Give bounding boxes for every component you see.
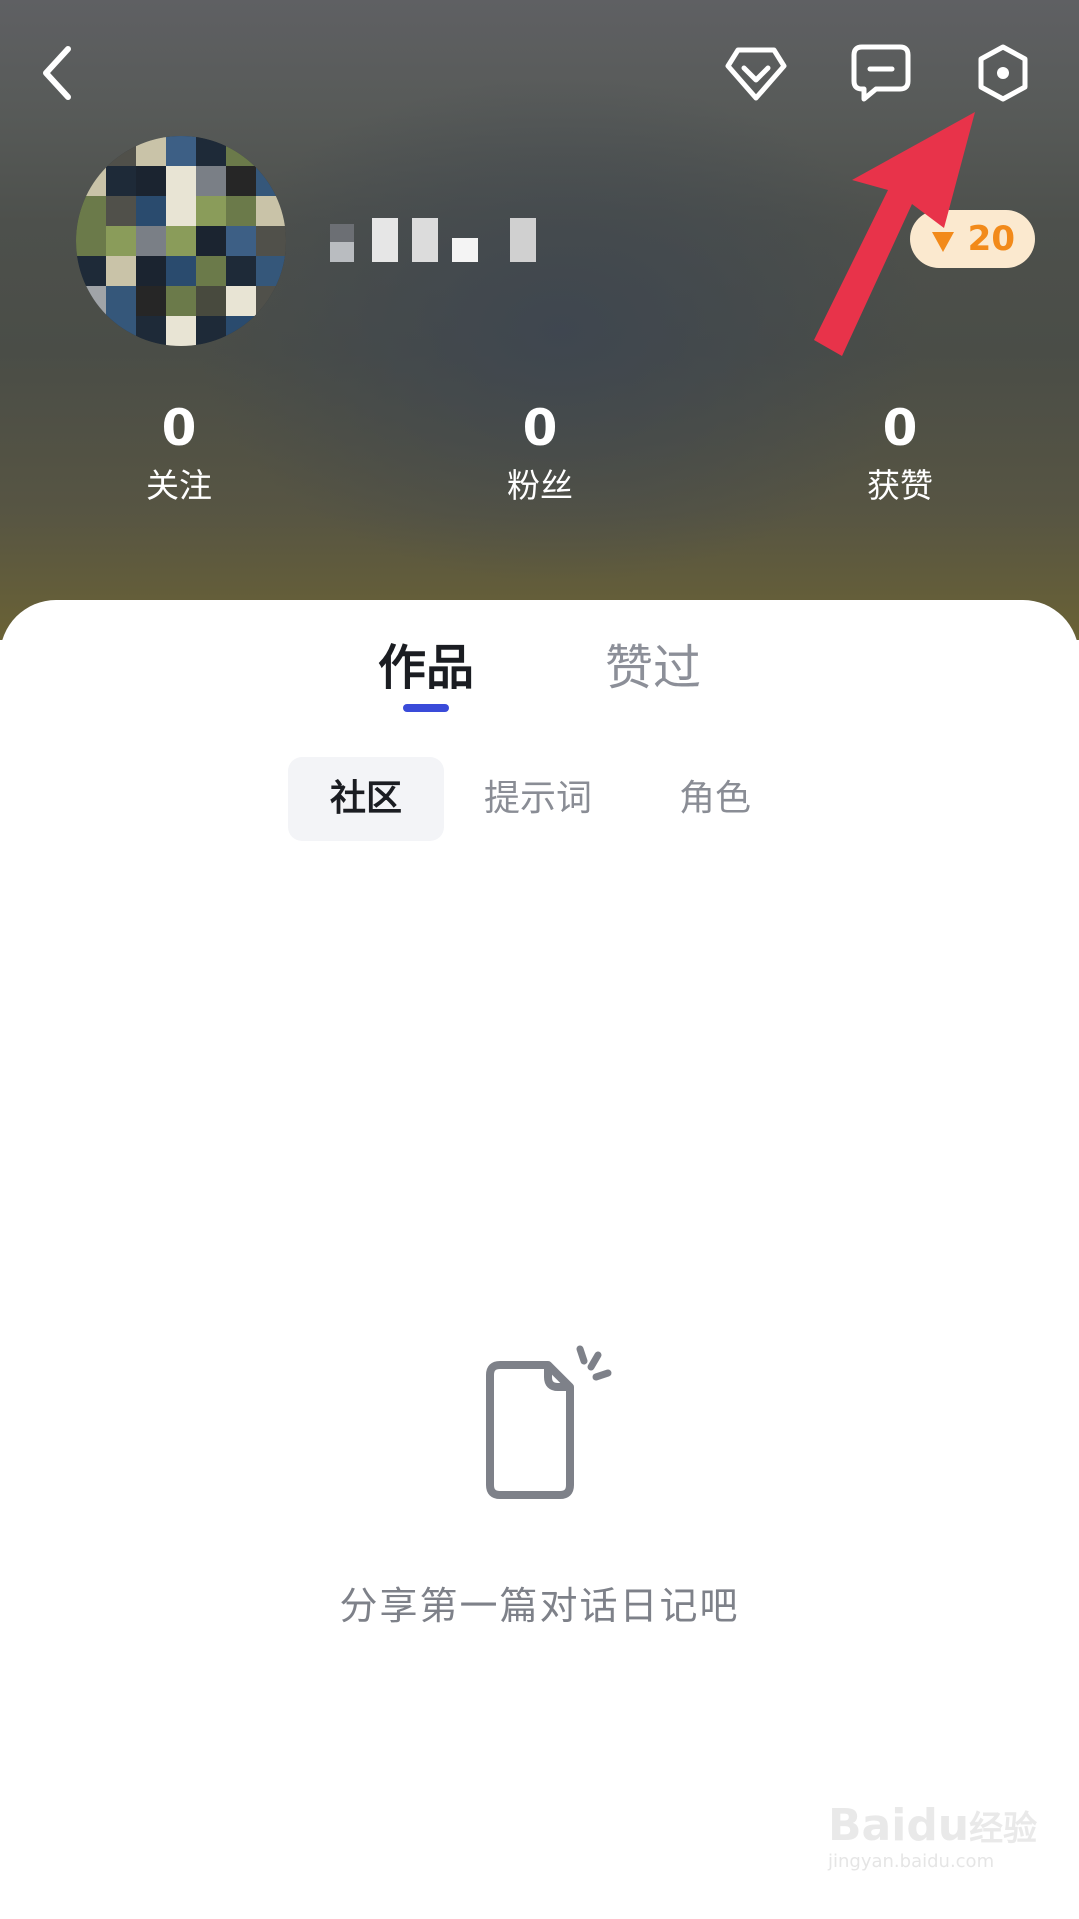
following-count: 0 [161,399,197,457]
vip-diamond-icon [725,47,787,101]
settings-button[interactable] [970,40,1036,106]
tab-liked[interactable]: 赞过 [605,638,701,698]
annotation-arrow [814,112,975,356]
subtab-prompts[interactable]: 提示词 [468,757,608,841]
avatar-image [76,136,286,346]
document-icon [486,1345,612,1499]
profile-header: 20 0 关注 0 粉丝 0 获赞 [0,0,1079,640]
subtab-community[interactable]: 社区 [288,757,444,841]
likes-label: 获赞 [867,466,933,505]
fans-label: 粉丝 [507,466,573,505]
avatar[interactable] [76,136,286,346]
stat-likes[interactable]: 0 获赞 [810,398,990,508]
watermark: Baidu经验 jingyan.baidu.com [828,1800,1058,1900]
likes-count: 0 [882,399,918,457]
watermark-url: jingyan.baidu.com [828,1851,995,1872]
empty-state-text: 分享第一篇对话日记吧 [339,1584,740,1628]
watermark-logo: Bai [828,1800,907,1851]
watermark-text: 经验 [969,1809,1038,1849]
watermark-logo-paw: du [906,1800,970,1851]
tab-works[interactable]: 作品 [378,638,474,698]
settings-icon [978,44,1028,102]
username-blurred [330,218,620,268]
stat-following[interactable]: 0 关注 [89,398,269,508]
subtab-roles[interactable]: 角色 [650,757,780,841]
fans-count: 0 [522,399,558,457]
active-tab-indicator [403,704,449,712]
message-button[interactable] [848,40,914,106]
following-label: 关注 [146,466,212,505]
message-icon [851,44,911,102]
content-panel: 作品 赞过 社区 提示词 角色 分享第一篇对话日记吧 [0,600,1079,1919]
vip-button[interactable] [722,40,790,108]
back-button[interactable] [30,38,86,108]
stat-fans[interactable]: 0 粉丝 [450,398,630,508]
back-chevron-icon [43,46,71,100]
